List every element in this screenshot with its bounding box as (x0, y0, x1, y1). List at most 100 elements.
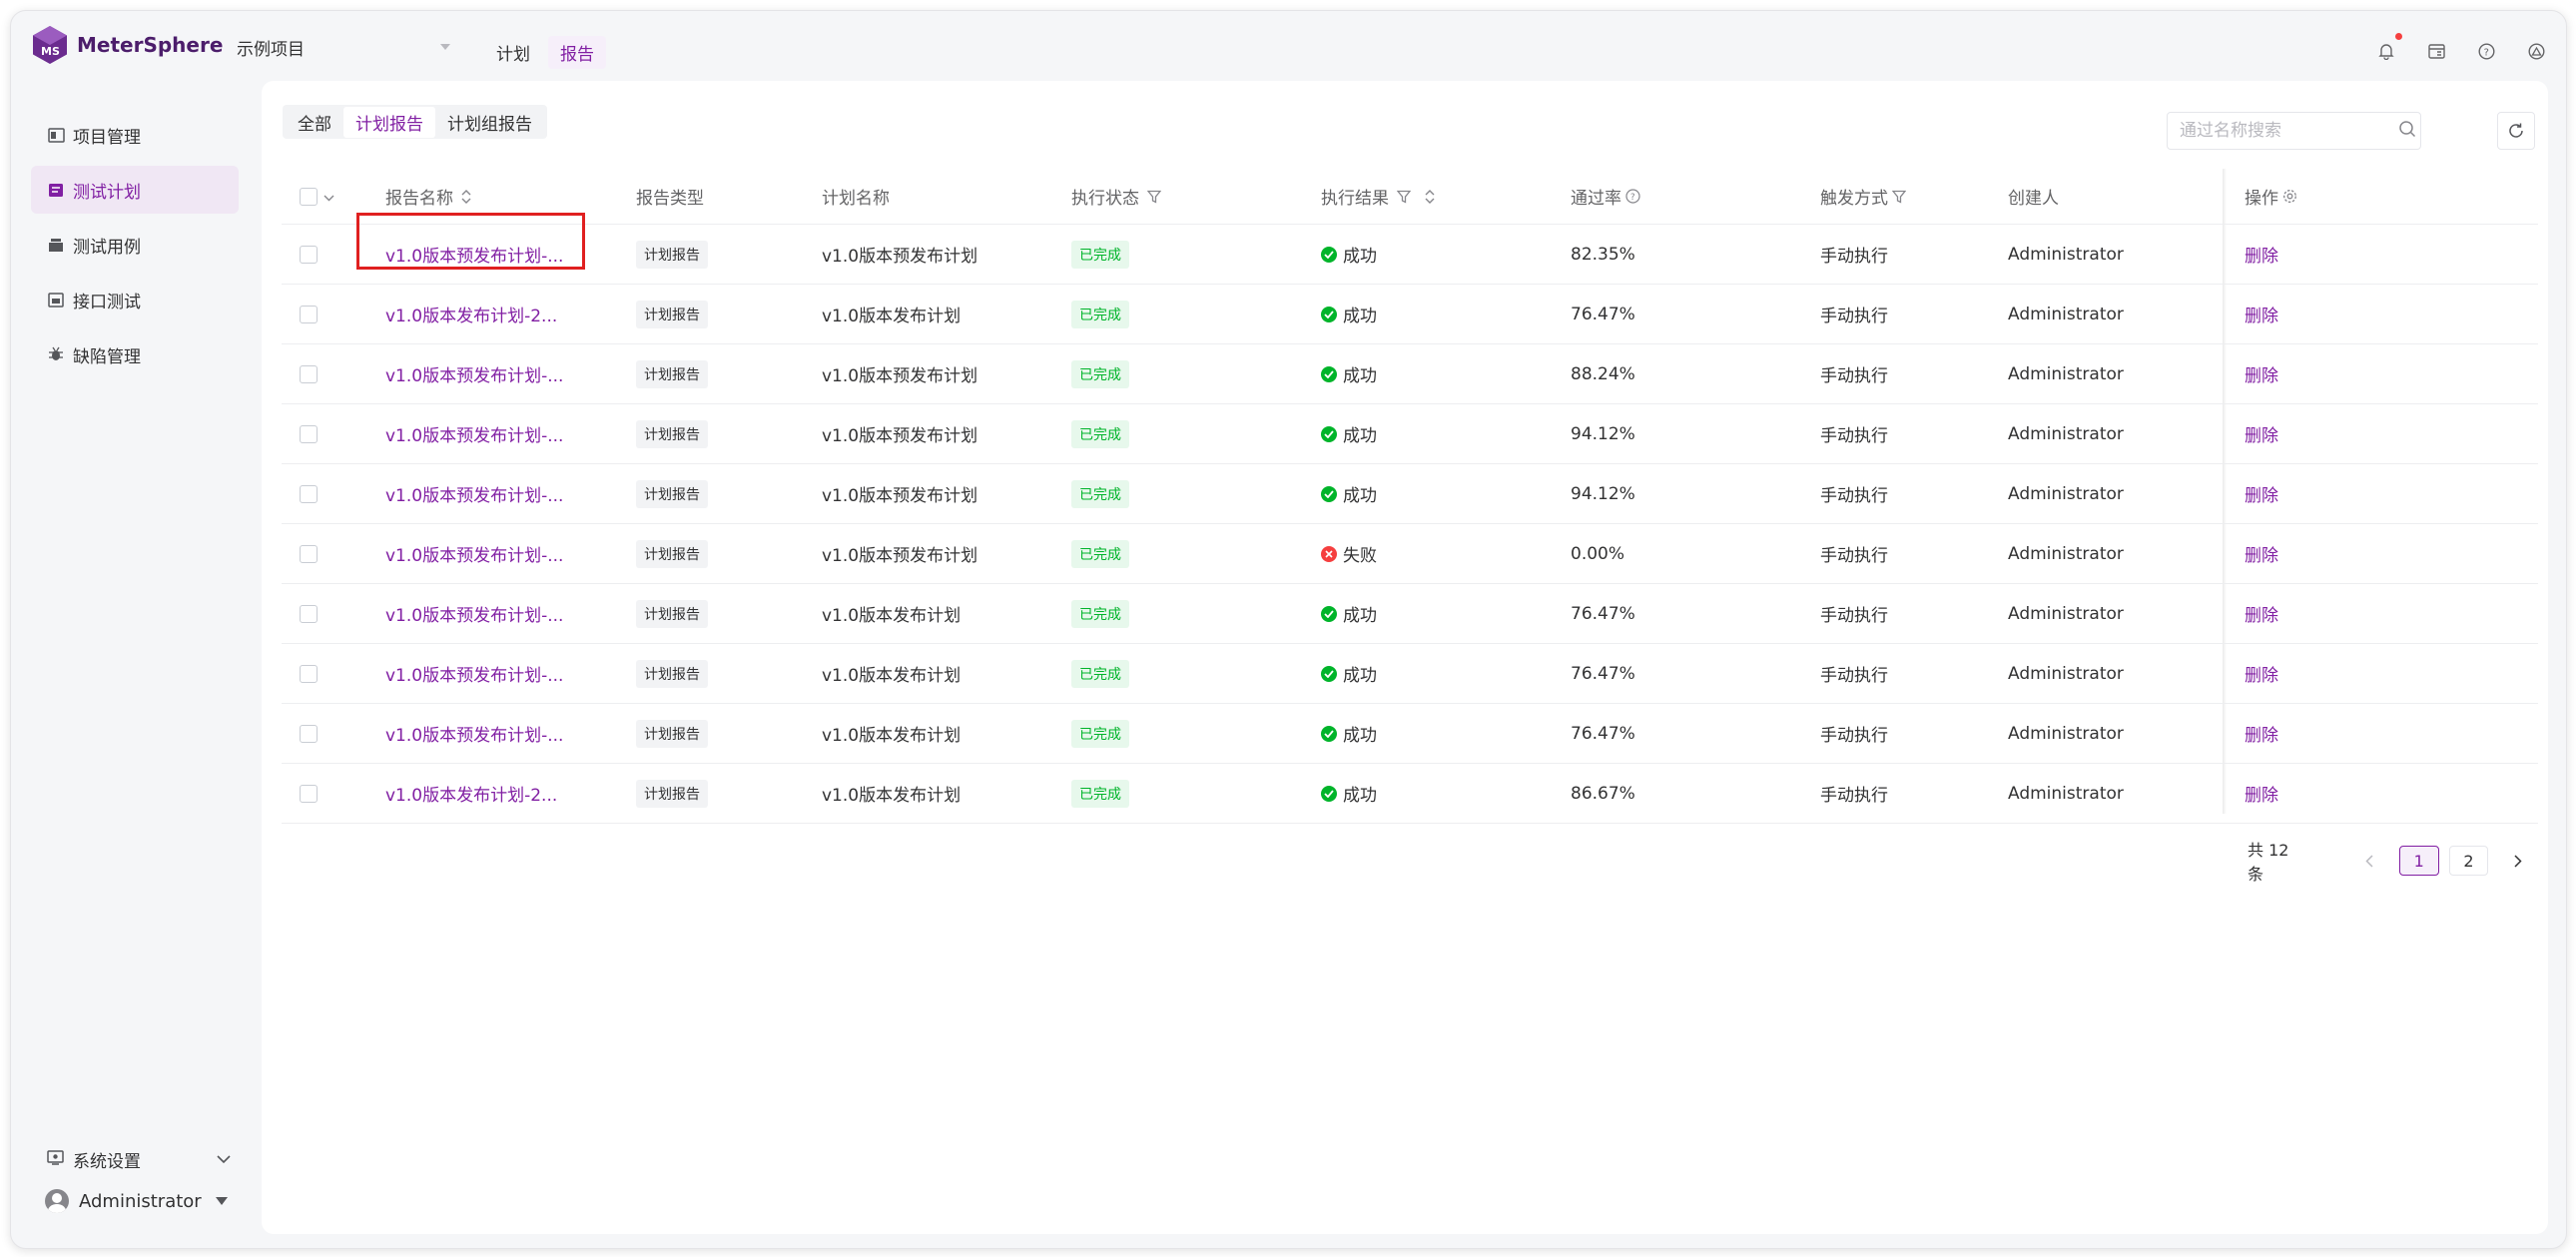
row-checkbox[interactable] (300, 424, 318, 443)
report-name-link[interactable]: v1.0版本预发布计划-... (385, 661, 563, 686)
next-page-button[interactable] (2498, 846, 2538, 876)
sort-icon[interactable] (461, 189, 471, 205)
row-checkbox[interactable] (300, 604, 318, 623)
system-settings[interactable]: 系统设置 (31, 1142, 239, 1176)
report-name-link[interactable]: v1.0版本预发布计划-... (385, 361, 563, 386)
sidebar: 项目管理 测试计划 测试用例 接口测试 缺陷管理 系统设置 Administra… (11, 81, 261, 1248)
delete-button[interactable]: 删除 (2245, 601, 2278, 626)
delete-button[interactable]: 删除 (2245, 661, 2278, 686)
operation-cell: 删除 (2245, 524, 2278, 583)
row-checkbox[interactable] (300, 484, 318, 503)
filter-icon[interactable] (1892, 190, 1906, 204)
user-menu[interactable]: Administrator (45, 1189, 228, 1213)
row-checkbox-cell[interactable] (300, 704, 318, 763)
help-icon[interactable]: ? (2476, 41, 2496, 61)
sidebar-item-test-plan[interactable]: 测试计划 (31, 166, 239, 214)
table-row[interactable]: v1.0版本预发布计划-... 计划报告 v1.0版本发布计划 已完成 成功 76.47%… (282, 644, 2538, 704)
delete-button[interactable]: 删除 (2245, 242, 2278, 267)
row-checkbox-cell[interactable] (300, 764, 318, 823)
delete-button[interactable]: 删除 (2245, 302, 2278, 326)
gear-icon[interactable] (2282, 189, 2297, 204)
report-name-link[interactable]: v1.0版本预发布计划-... (385, 481, 563, 506)
sidebar-item-bug[interactable]: 缺陷管理 (31, 330, 239, 378)
report-name-link[interactable]: v1.0版本预发布计划-... (385, 242, 563, 267)
delete-button[interactable]: 删除 (2245, 781, 2278, 806)
row-checkbox-cell[interactable] (300, 464, 318, 523)
row-checkbox-cell[interactable] (300, 285, 318, 343)
table-row[interactable]: v1.0版本发布计划-2... 计划报告 v1.0版本发布计划 已完成 成功 86.67%… (282, 764, 2538, 824)
row-checkbox[interactable] (300, 724, 318, 743)
tab-plan-group-report[interactable]: 计划组报告 (435, 107, 544, 138)
report-name-link[interactable]: v1.0版本预发布计划-... (385, 601, 563, 626)
report-type-cell: 计划报告 (636, 464, 708, 523)
org-icon[interactable] (2526, 41, 2546, 61)
tab-plan-report[interactable]: 计划报告 (343, 106, 435, 138)
delete-button[interactable]: 删除 (2245, 481, 2278, 506)
report-name-link[interactable]: v1.0版本预发布计划-... (385, 541, 563, 566)
header-report-name[interactable]: 报告名称 (385, 169, 471, 224)
filter-icon[interactable] (1147, 190, 1161, 204)
table-row[interactable]: v1.0版本预发布计划-... 计划报告 v1.0版本预发布计划 已完成 成功 88.24… (282, 344, 2538, 404)
row-checkbox[interactable] (300, 784, 318, 803)
sidebar-item-test-case[interactable]: 测试用例 (31, 221, 239, 269)
report-name-link[interactable]: v1.0版本发布计划-2... (385, 781, 557, 806)
row-checkbox[interactable] (300, 305, 318, 323)
filter-icon[interactable] (1397, 190, 1411, 204)
report-name-link[interactable]: v1.0版本预发布计划-... (385, 421, 563, 446)
bell-icon[interactable] (2376, 33, 2402, 61)
delete-button[interactable]: 删除 (2245, 421, 2278, 446)
table-row[interactable]: v1.0版本预发布计划-... 计划报告 v1.0版本预发布计划 已完成 成功 82.35… (282, 225, 2538, 285)
status-badge: 已完成 (1071, 719, 1129, 748)
notification-dot (2395, 33, 2402, 40)
delete-button[interactable]: 删除 (2245, 541, 2278, 566)
trigger-mode-cell: 手动执行 (1820, 366, 1888, 386)
help-icon[interactable]: ? (1625, 189, 1640, 204)
exec-status-cell: 已完成 (1071, 404, 1129, 463)
tab-all[interactable]: 全部 (286, 107, 343, 138)
select-all-checkbox[interactable] (300, 187, 318, 206)
delete-button[interactable]: 删除 (2245, 361, 2278, 386)
nav-plan[interactable]: 计划 (484, 36, 542, 69)
nav-report[interactable]: 报告 (548, 36, 606, 69)
row-checkbox[interactable] (300, 245, 318, 264)
chevron-down-icon[interactable] (323, 187, 334, 207)
search-input[interactable] (2180, 121, 2398, 141)
table-row[interactable]: v1.0版本预发布计划-... 计划报告 v1.0版本发布计划 已完成 成功 76.47%… (282, 584, 2538, 644)
row-checkbox-cell[interactable] (300, 644, 318, 703)
row-checkbox[interactable] (300, 364, 318, 383)
row-checkbox-cell[interactable] (300, 524, 318, 583)
table-row[interactable]: v1.0版本发布计划-2... 计划报告 v1.0版本发布计划 已完成 成功 76.47%… (282, 285, 2538, 344)
table-row[interactable]: v1.0版本预发布计划-... 计划报告 v1.0版本预发布计划 已完成 失败 0.00%… (282, 524, 2538, 584)
report-name-link[interactable]: v1.0版本预发布计划-... (385, 721, 563, 746)
table-row[interactable]: v1.0版本预发布计划-... 计划报告 v1.0版本预发布计划 已完成 成功 94.12… (282, 464, 2538, 524)
sort-icon[interactable] (1425, 189, 1435, 205)
row-checkbox-cell[interactable] (300, 584, 318, 643)
prev-page-button[interactable] (2349, 846, 2389, 876)
trigger-mode-cell: 手动执行 (1820, 486, 1888, 506)
table-row[interactable]: v1.0版本预发布计划-... 计划报告 v1.0版本发布计划 已完成 成功 76.47%… (282, 704, 2538, 764)
search-icon[interactable] (2398, 120, 2416, 142)
row-checkbox[interactable] (300, 544, 318, 563)
table-row[interactable]: v1.0版本预发布计划-... 计划报告 v1.0版本预发布计划 已完成 成功 94.12… (282, 404, 2538, 464)
sidebar-item-project[interactable]: 项目管理 (31, 111, 239, 159)
project-select[interactable]: 示例项目 (237, 33, 452, 61)
row-checkbox-cell[interactable] (300, 225, 318, 284)
sidebar-item-api-test[interactable]: 接口测试 (31, 276, 239, 323)
row-checkbox[interactable] (300, 664, 318, 683)
trigger-mode-cell: 手动执行 (1820, 307, 1888, 326)
select-all[interactable] (300, 169, 334, 224)
calendar-icon[interactable] (2426, 41, 2446, 61)
exec-result-cell: 成功 (1321, 764, 1377, 823)
refresh-button[interactable] (2497, 112, 2535, 150)
report-name-link[interactable]: v1.0版本发布计划-2... (385, 302, 557, 326)
page-1-button[interactable]: 1 (2398, 846, 2439, 876)
row-checkbox-cell[interactable] (300, 344, 318, 403)
row-checkbox-cell[interactable] (300, 404, 318, 463)
report-name-cell: v1.0版本预发布计划-... (385, 344, 563, 403)
creator-cell: Administrator (2008, 723, 2124, 744)
status-badge: 已完成 (1071, 240, 1129, 269)
delete-button[interactable]: 删除 (2245, 721, 2278, 746)
app-window: MS MeterSphere 示例项目 计划 报告 ? 项目管理 测试计划 测试… (10, 10, 2567, 1249)
page-2-button[interactable]: 2 (2448, 846, 2489, 876)
logo[interactable]: MS MeterSphere (31, 25, 223, 65)
